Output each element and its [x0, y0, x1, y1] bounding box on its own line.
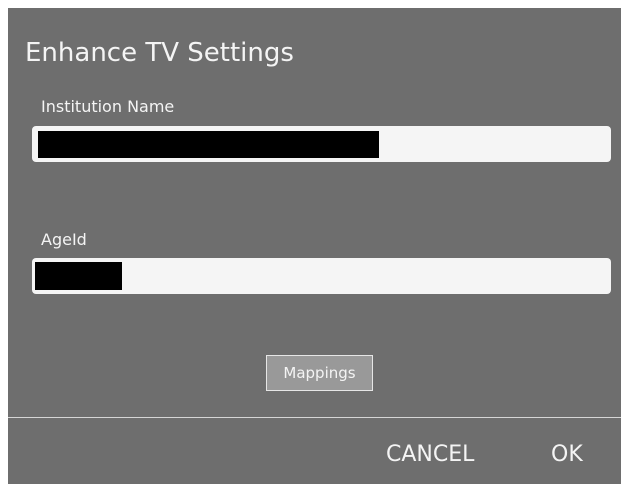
institution-name-label: Institution Name [41, 97, 175, 116]
redacted-value [35, 262, 122, 290]
ok-button[interactable]: OK [551, 440, 583, 470]
mappings-button[interactable]: Mappings [266, 355, 373, 391]
divider [8, 417, 621, 418]
institution-name-field[interactable] [32, 126, 611, 162]
ageid-label: AgeId [41, 230, 87, 249]
settings-dialog: Enhance TV Settings Institution Name Age… [8, 8, 621, 484]
cancel-button[interactable]: CANCEL [386, 440, 474, 470]
redacted-value [38, 131, 379, 158]
dialog-title: Enhance TV Settings [25, 38, 294, 68]
ageid-field[interactable] [32, 258, 611, 294]
